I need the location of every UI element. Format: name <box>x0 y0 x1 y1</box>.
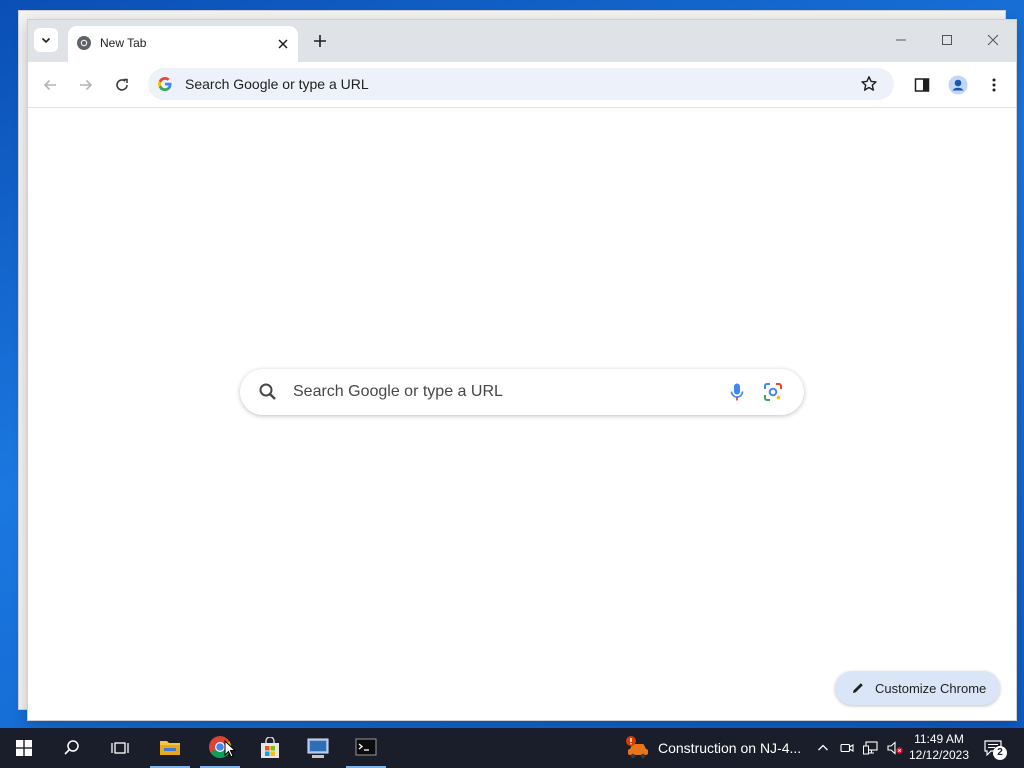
notification-count-badge: 2 <box>993 746 1007 760</box>
tab-close-button[interactable] <box>274 35 292 53</box>
task-view-icon <box>111 742 129 754</box>
chevron-down-icon <box>41 37 51 44</box>
new-tab-button[interactable] <box>310 31 330 51</box>
volume-muted-icon <box>887 741 903 755</box>
address-bar-placeholder: Search Google or type a URL <box>185 76 369 92</box>
car-alert-icon <box>626 736 648 759</box>
close-icon <box>278 39 288 49</box>
chrome-icon <box>77 36 91 50</box>
meet-now-button[interactable] <box>836 728 858 768</box>
microphone-icon[interactable] <box>726 381 748 403</box>
camera-icon <box>840 743 854 753</box>
reload-icon <box>116 78 128 91</box>
kebab-menu-icon <box>992 78 996 92</box>
avatar-icon <box>948 75 968 95</box>
taskbar-search-button[interactable] <box>48 728 96 768</box>
file-explorer-button[interactable] <box>150 728 190 768</box>
star-icon[interactable] <box>860 75 878 93</box>
tab-title: New Tab <box>100 36 147 50</box>
start-button[interactable] <box>0 728 48 768</box>
profile-button[interactable] <box>946 73 970 97</box>
windows-logo-icon <box>16 740 32 756</box>
customize-chrome-button[interactable]: Customize Chrome <box>835 671 1000 705</box>
google-g-icon <box>158 76 172 91</box>
network-button[interactable] <box>860 728 882 768</box>
clock[interactable]: 11:49 AM 12/12/2023 <box>908 731 970 763</box>
chrome-window: New Tab Search Google or type a URL Sear… <box>28 20 1016 720</box>
menu-button[interactable] <box>982 73 1006 97</box>
network-icon <box>863 741 878 755</box>
terminal-button[interactable] <box>346 728 386 768</box>
maximize-icon <box>942 35 952 45</box>
google-lens-icon[interactable] <box>762 381 784 403</box>
forward-button[interactable] <box>74 73 98 97</box>
task-view-button[interactable] <box>96 728 144 768</box>
tab-strip: New Tab <box>28 20 1016 62</box>
show-hidden-icons-button[interactable] <box>812 728 834 768</box>
new-tab-page: Search Google or type a URL Customize Ch… <box>28 109 1016 720</box>
volume-button[interactable] <box>884 728 906 768</box>
store-icon <box>261 737 279 758</box>
clock-time: 11:49 AM <box>914 732 964 746</box>
mouse-cursor-icon <box>224 740 236 758</box>
ntp-search-box[interactable]: Search Google or type a URL <box>240 369 804 415</box>
arrow-right-icon <box>80 79 93 91</box>
ntp-search-placeholder: Search Google or type a URL <box>293 383 503 400</box>
close-window-button[interactable] <box>980 30 1006 50</box>
pencil-icon <box>853 683 863 693</box>
tab-new-tab[interactable]: New Tab <box>68 26 298 62</box>
plus-icon <box>314 35 326 47</box>
customize-chrome-label: Customize Chrome <box>875 681 987 696</box>
reload-button[interactable] <box>110 73 134 97</box>
toolbar: Search Google or type a URL <box>28 62 1016 108</box>
taskbar: Construction on NJ-4... 11:49 AM 12/12/2… <box>0 728 1024 768</box>
search-icon <box>259 383 276 400</box>
close-icon <box>987 34 999 46</box>
folder-icon <box>160 741 180 755</box>
clock-date: 12/12/2023 <box>908 748 970 762</box>
chevron-up-icon <box>818 744 828 751</box>
weather-widget-text: Construction on NJ-4... <box>658 740 802 756</box>
search-icon <box>64 740 79 755</box>
arrow-left-icon <box>43 79 56 91</box>
back-button[interactable] <box>38 73 62 97</box>
computer-icon <box>307 738 329 758</box>
maximize-button[interactable] <box>934 30 960 50</box>
microsoft-store-button[interactable] <box>250 728 290 768</box>
side-panel-button[interactable] <box>910 73 934 97</box>
remote-desktop-button[interactable] <box>298 728 338 768</box>
chrome-taskbar-button[interactable] <box>200 728 240 768</box>
address-bar[interactable]: Search Google or type a URL <box>148 68 894 100</box>
terminal-icon <box>355 738 377 756</box>
side-panel-icon <box>914 78 930 92</box>
minimize-icon <box>896 39 906 41</box>
tab-search-button[interactable] <box>34 28 58 52</box>
minimize-button[interactable] <box>888 30 914 50</box>
